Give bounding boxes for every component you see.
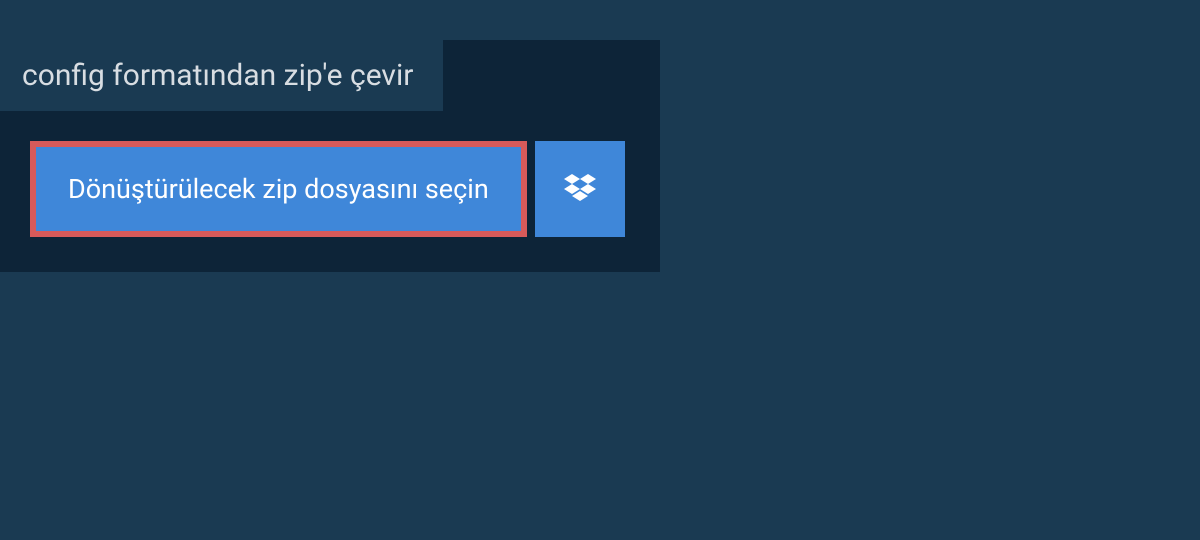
button-row: Dönüştürülecek zip dosyasını seçin [0,141,660,237]
converter-panel: config formatından zip'e çevir Dönüştürü… [0,40,660,272]
header-tab: config formatından zip'e çevir [0,40,443,111]
page-title: config formatından zip'e çevir [22,58,413,93]
select-file-label: Dönüştürülecek zip dosyasını seçin [68,173,489,205]
select-file-button[interactable]: Dönüştürülecek zip dosyasını seçin [30,141,527,237]
dropbox-button[interactable] [535,141,625,237]
dropbox-icon [564,174,596,204]
